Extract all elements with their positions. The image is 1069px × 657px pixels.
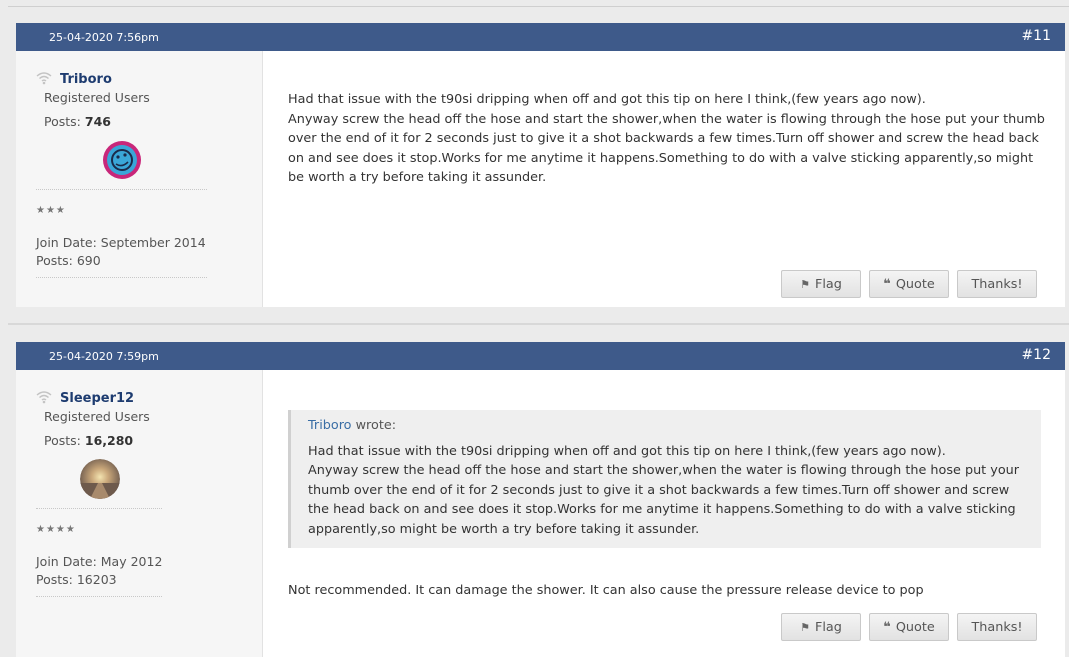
user-meta: Join Date: September 2014 Posts: 690 — [36, 234, 206, 270]
quote-line: Had that issue with the t90si dripping w… — [308, 443, 946, 459]
username-link[interactable]: Sleeper12 — [60, 391, 134, 406]
avatar[interactable] — [102, 140, 142, 180]
flag-icon: ⚑ — [800, 277, 810, 291]
user-info: Sleeper12 Registered Users Posts: 16,280 — [16, 370, 263, 657]
quote-paragraph: Anyway screw the head off the hose and s… — [308, 463, 1020, 537]
post-count-label: Posts: — [44, 114, 81, 129]
wifi-icon — [36, 391, 52, 404]
total-posts: Posts: 16203 — [36, 572, 117, 587]
post-header: 25-04-2020 7:56pm #11 — [16, 23, 1065, 51]
content-paragraph: Anyway screw the head off the hose and s… — [288, 111, 1045, 186]
username-link[interactable]: Triboro — [60, 72, 112, 87]
post-count-label: Posts: — [44, 433, 81, 448]
quote-author-link[interactable]: Triboro — [308, 418, 352, 433]
user-info-divider — [36, 189, 207, 190]
avatar[interactable] — [80, 459, 120, 499]
user-title: Registered Users — [44, 90, 150, 105]
user-info-divider — [36, 508, 162, 509]
content-line: Had that issue with the t90si dripping w… — [288, 92, 926, 107]
quote-icon: ❝ — [883, 276, 891, 292]
quote-button[interactable]: ❝ Quote — [869, 613, 949, 641]
post-number-link[interactable]: #11 — [1021, 28, 1051, 44]
join-date: Join Date: May 2012 — [36, 554, 163, 569]
join-date: Join Date: September 2014 — [36, 235, 206, 250]
flag-button[interactable]: ⚑ Flag — [781, 270, 861, 298]
quote-header: Triboro wrote: — [308, 416, 1029, 436]
post-actions: ⚑ Flag ❝ Quote Thanks! — [781, 270, 1037, 298]
thanks-button[interactable]: Thanks! — [957, 613, 1037, 641]
quote-label: Quote — [895, 276, 935, 292]
post-date: 25-04-2020 7:59pm — [49, 350, 159, 363]
post-number-link[interactable]: #12 — [1021, 347, 1051, 363]
post-count-value: 746 — [84, 114, 111, 129]
user-info-divider — [36, 596, 162, 597]
user-info-divider — [36, 277, 207, 278]
post-content: Had that issue with the t90si dripping w… — [288, 90, 1045, 188]
user-post-count: Posts: 746 — [44, 114, 111, 129]
total-posts: Posts: 690 — [36, 253, 101, 268]
user-rank-stars: ★★★★ — [36, 524, 76, 535]
quote-button[interactable]: ❝ Quote — [869, 270, 949, 298]
user-post-count: Posts: 16,280 — [44, 433, 133, 448]
flag-button[interactable]: ⚑ Flag — [781, 613, 861, 641]
quote-wrote: wrote: — [355, 418, 397, 433]
post-date: 25-04-2020 7:56pm — [49, 31, 159, 44]
flag-icon: ⚑ — [800, 620, 810, 634]
thanks-label: Thanks! — [971, 276, 1023, 292]
user-rank-stars: ★★★ — [36, 205, 66, 216]
quote-block: Triboro wrote: Had that issue with the t… — [288, 410, 1041, 548]
post-divider — [8, 323, 1069, 325]
user-title: Registered Users — [44, 409, 150, 424]
top-divider — [8, 6, 1069, 7]
flag-label: Flag — [814, 276, 842, 292]
user-info: Triboro Registered Users Posts: 746 ★★★ … — [16, 51, 263, 307]
post-count-value: 16,280 — [84, 433, 134, 448]
post-body: Triboro Registered Users Posts: 746 ★★★ … — [16, 51, 1065, 307]
post-12: 25-04-2020 7:59pm #12 Sleeper12 Register… — [16, 342, 1065, 657]
wifi-icon — [36, 72, 52, 85]
post-body: Sleeper12 Registered Users Posts: 16,280 — [16, 370, 1065, 657]
post-header: 25-04-2020 7:59pm #12 — [16, 342, 1065, 370]
flag-label: Flag — [814, 619, 842, 635]
post-actions: ⚑ Flag ❝ Quote Thanks! — [781, 613, 1037, 641]
thanks-label: Thanks! — [971, 619, 1023, 635]
quote-label: Quote — [895, 619, 935, 635]
post-11: 25-04-2020 7:56pm #11 Triboro Registered… — [16, 23, 1065, 307]
thanks-button[interactable]: Thanks! — [957, 270, 1037, 298]
post-content: Not recommended. It can damage the showe… — [288, 583, 924, 598]
quote-icon: ❝ — [883, 619, 891, 635]
user-meta: Join Date: May 2012 Posts: 16203 — [36, 553, 162, 589]
